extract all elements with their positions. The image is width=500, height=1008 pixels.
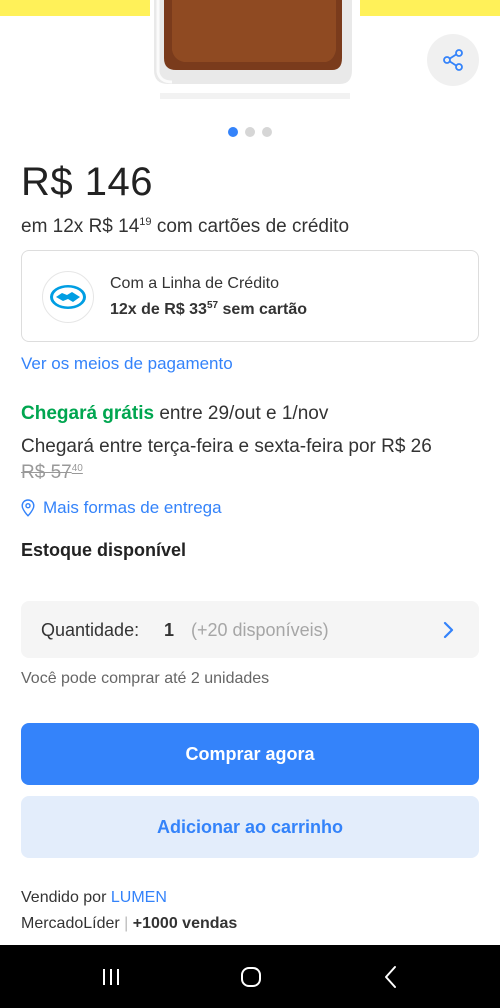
payment-methods-link[interactable]: Ver os meios de pagamento (21, 354, 233, 374)
price-main: R$ 146 (21, 160, 153, 204)
home-icon[interactable] (236, 963, 266, 991)
system-navigation-bar (0, 945, 500, 1008)
recent-apps-icon[interactable] (96, 963, 126, 991)
share-icon (443, 49, 463, 71)
seller-reputation: MercadoLíder | +1000 vendas (21, 915, 237, 933)
more-shipping-options-link[interactable]: Mais formas de entrega (21, 498, 222, 518)
old-shipping-price-cents: 40 (71, 463, 83, 474)
free-shipping-text: Chegará grátis entre 29/out e 1/nov (21, 403, 328, 425)
credit-line-suffix: sem cartão (218, 301, 308, 318)
old-shipping-price-value: R$ 57 (21, 462, 72, 483)
stock-status: Estoque disponível (21, 540, 187, 560)
credit-line-card[interactable]: Com a Linha de Crédito 12x de R$ 3357 se… (21, 250, 479, 342)
product-image[interactable] (150, 0, 360, 110)
installments-text: em 12x R$ 1419 com cartões de crédito (21, 216, 349, 238)
sold-by-label: Vendido por (21, 889, 111, 906)
gallery-dot-3[interactable] (262, 127, 272, 137)
purchase-limit-note: Você pode comprar até 2 unidades (21, 670, 270, 687)
more-shipping-options-label: Mais formas de entrega (43, 498, 222, 517)
credit-line-cents: 57 (206, 300, 219, 311)
quantity-label: Quantidade: (41, 620, 140, 640)
add-to-cart-button[interactable]: Adicionar ao carrinho (21, 796, 479, 858)
quantity-value: 1 (164, 620, 175, 640)
share-button[interactable] (427, 34, 479, 86)
installments-prefix: em 12x R$ 14 (21, 216, 140, 237)
paid-shipping-text: Chegará entre terça-feira e sexta-feira … (21, 436, 432, 457)
installments-suffix: com cartões de crédito (151, 216, 350, 237)
quantity-available: (+20 disponíveis) (191, 620, 329, 640)
back-icon[interactable] (376, 963, 406, 991)
seller-sales: +1000 vendas (132, 915, 238, 932)
chevron-right-icon (441, 620, 455, 645)
credit-line-title: Com a Linha de Crédito (110, 275, 279, 292)
free-shipping-dates: entre 29/out e 1/nov (154, 403, 329, 424)
credit-line-subtitle: 12x de R$ 3357 sem cartão (110, 300, 307, 319)
free-shipping-label: Chegará grátis (21, 403, 155, 424)
seller-info: Vendido por LUMEN (21, 889, 167, 907)
gallery-pagination (0, 127, 500, 137)
seller-status: MercadoLíder (21, 915, 120, 932)
credit-line-prefix: 12x de R$ 33 (110, 301, 207, 318)
seller-name-link[interactable]: LUMEN (111, 889, 167, 906)
mercado-pago-handshake-icon (42, 271, 94, 323)
quantity-selector[interactable]: Quantidade: 1 (+20 disponíveis) (21, 601, 479, 658)
gallery-dot-1[interactable] (228, 127, 238, 137)
gallery-dot-2[interactable] (245, 127, 255, 137)
seller-separator: | (124, 915, 129, 932)
old-shipping-price: R$ 5740 (21, 462, 83, 484)
perfume-bottle-image (150, 0, 360, 110)
buy-now-button[interactable]: Comprar agora (21, 723, 479, 785)
location-pin-icon (21, 499, 35, 517)
installments-cents: 19 (139, 216, 152, 228)
